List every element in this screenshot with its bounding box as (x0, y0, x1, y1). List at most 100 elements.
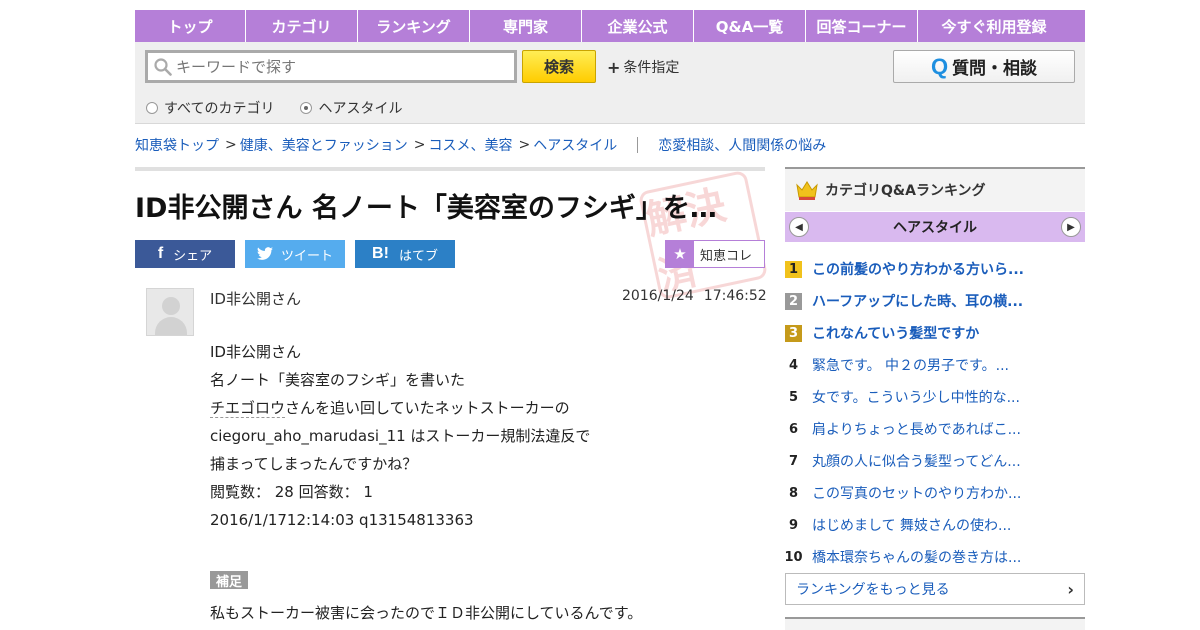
related-category-link[interactable]: 恋愛相談、人間関係の悩み (658, 135, 826, 155)
chevron-left-icon[interactable]: ◀ (789, 217, 809, 237)
rank-title[interactable]: この前髪のやり方わかる方いら... (812, 259, 1024, 279)
nav-official[interactable]: 企業公式 (582, 10, 694, 42)
conditions-link[interactable]: + 条件指定 (607, 57, 679, 77)
twitter-icon (256, 247, 273, 260)
ranking-item[interactable]: 3 これなんていう髪型ですか (785, 317, 1085, 349)
breadcrumb-item[interactable]: ヘアスタイル (533, 135, 617, 155)
breadcrumb-item[interactable]: 健康、美容とファッション (240, 135, 408, 155)
share-twitter-button[interactable]: ツイート (245, 240, 345, 268)
breadcrumb-item[interactable]: 知恵袋トップ (135, 135, 219, 155)
ranking-heading: カテゴリQ&Aランキング (785, 169, 1085, 211)
ranking-category-bar: ◀ ヘアスタイル ▶ (785, 212, 1085, 242)
nav-experts[interactable]: 専門家 (470, 10, 582, 42)
radio-current-label: ヘアスタイル (318, 101, 403, 117)
nav-category[interactable]: カテゴリ (246, 10, 358, 42)
avatar-body (155, 317, 187, 335)
ask-question-button[interactable]: Q 質問・相談 (893, 50, 1075, 83)
rank-title[interactable]: 橋本環奈ちゃんの髪の巻き方は... (812, 547, 1021, 567)
question-time: 17:46:52 (703, 288, 767, 304)
nav-top[interactable]: トップ (135, 10, 246, 42)
rank-number: 7 (788, 453, 799, 469)
rank-title[interactable]: これなんていう髪型ですか (812, 323, 979, 343)
chiekore-button[interactable]: ★ 知恵コレ (665, 240, 765, 268)
rank-title[interactable]: はじめまして 舞妓さんの使わ... (812, 515, 1011, 535)
ranking-item[interactable]: 6 肩よりちょっと長めであればこ... (785, 413, 1085, 445)
body-line: 名ノート「美容室のフシギ」を書いた (210, 371, 466, 389)
ranking-category: ヘアスタイル (893, 220, 977, 236)
radio-all-categories[interactable] (146, 102, 158, 114)
search-box[interactable] (145, 50, 517, 83)
search-button[interactable]: 検索 (522, 50, 596, 83)
rank-number: 5 (788, 389, 799, 405)
plus-icon: + (607, 57, 621, 77)
breadcrumb-separator: > (518, 137, 531, 153)
rank-number: 8 (788, 485, 799, 501)
body-line: ciegoru_aho_marudasi_11 はストーカー規制法違反で (210, 427, 591, 445)
share-hatena-label: はてブ (398, 248, 438, 264)
ranking-item[interactable]: 1 この前髪のやり方わかる方いら... (785, 253, 1085, 285)
supplement-badge: 補足 (210, 571, 248, 590)
question-user: ID非公開さん (210, 290, 301, 308)
breadcrumb-item[interactable]: コスメ、美容 (428, 135, 512, 155)
rank-title[interactable]: ハーフアップにした時、耳の横... (812, 291, 1023, 311)
avatar-icon (162, 297, 180, 315)
rank-number: 10 (784, 549, 803, 565)
nav-register[interactable]: 今すぐ利用登録 (918, 10, 1070, 42)
rank-number: 2 (785, 292, 802, 310)
rank-number: 6 (788, 421, 799, 437)
ranking-item[interactable]: 8 この写真のセットのやり方わか... (785, 477, 1085, 509)
search-icon (154, 57, 172, 76)
breadcrumb-separator: > (225, 137, 237, 153)
chevron-right-icon[interactable]: ▶ (1061, 217, 1081, 237)
rank-title[interactable]: 丸顔の人に似合う髪型ってどん... (812, 451, 1021, 471)
ranking-item[interactable]: 5 女です。こういう少し中性的な... (785, 381, 1085, 413)
nav-ranking[interactable]: ランキング (358, 10, 470, 42)
nav-qa-list[interactable]: Q&A一覧 (694, 10, 806, 42)
article-divider (135, 167, 765, 171)
rank-number: 3 (785, 324, 802, 342)
ranking-item[interactable]: 7 丸顔の人に似合う髪型ってどん... (785, 445, 1085, 477)
search-band: 検索 + 条件指定 Q 質問・相談 すべてのカテゴリ ヘアスタイル (135, 42, 1085, 124)
avatar (146, 288, 194, 336)
share-facebook-label: シェア (173, 248, 213, 264)
conditions-label: 条件指定 (623, 60, 680, 76)
ranking-item[interactable]: 10 橋本環奈ちゃんの髪の巻き方は... (784, 541, 1085, 573)
breadcrumb-divider (637, 137, 639, 153)
nav-answer-corner[interactable]: 回答コーナー (806, 10, 918, 42)
linked-user[interactable]: チエゴロウ (210, 399, 286, 418)
hatena-icon: B! (372, 245, 389, 262)
radio-all-label: すべてのカテゴリ (164, 101, 275, 117)
rank-number: 4 (788, 357, 799, 373)
chevron-right-icon: › (1067, 580, 1074, 599)
ranking-item[interactable]: 4 緊急です。 中２の男子です。... (785, 349, 1085, 381)
ask-question-label: 質問・相談 (952, 59, 1038, 79)
sidebar-next-section (785, 617, 1085, 630)
share-facebook-button[interactable]: f シェア (135, 240, 235, 268)
more-ranking-label: ランキングをもっと見る (796, 582, 950, 598)
question-body: ID非公開さん 名ノート「美容室のフシギ」を書いた チエゴロウさんを追い回してい… (210, 338, 590, 534)
question-date: 2016/1/24 (622, 288, 694, 304)
rank-title[interactable]: 緊急です。 中２の男子です。... (812, 355, 1009, 375)
ranking-item[interactable]: 9 はじめまして 舞妓さんの使わ... (785, 509, 1085, 541)
question-datetime: 2016/1/24 17:46:52 (622, 288, 767, 304)
search-input[interactable] (176, 57, 496, 76)
rank-number: 1 (785, 260, 802, 278)
share-hatena-button[interactable]: B! はてブ (355, 240, 455, 268)
body-line: 捕まってしまったんですかね？ (210, 455, 418, 473)
rank-title[interactable]: 女です。こういう少し中性的な... (812, 387, 1020, 407)
star-icon: ★ (666, 241, 694, 267)
breadcrumb: 知恵袋トップ > 健康、美容とファッション > コスメ、美容 > ヘアスタイル … (135, 135, 826, 155)
ranking-item[interactable]: 2 ハーフアップにした時、耳の横... (785, 285, 1085, 317)
body-line: ID非公開さん (210, 343, 301, 361)
rank-title[interactable]: 肩よりちょっと長めであればこ... (812, 419, 1021, 439)
facebook-icon: f (157, 245, 164, 262)
supplement-text: 私もストーカー被害に会ったのでＩＤ非公開にしているんです。 (210, 604, 643, 622)
rank-title[interactable]: この写真のセットのやり方わか... (812, 483, 1021, 503)
more-ranking-link[interactable]: ランキングをもっと見る › (785, 573, 1085, 605)
chiekore-label: 知恵コレ (700, 248, 753, 264)
ranking-list: 1 この前髪のやり方わかる方いら... 2 ハーフアップにした時、耳の横... … (784, 253, 1085, 573)
q-icon: Q (930, 53, 949, 79)
question-title: ID非公開さん 名ノート「美容室のフシギ」を… (135, 193, 717, 224)
radio-current-category[interactable] (300, 102, 313, 114)
ranking-heading-label: カテゴリQ&Aランキング (825, 183, 986, 199)
